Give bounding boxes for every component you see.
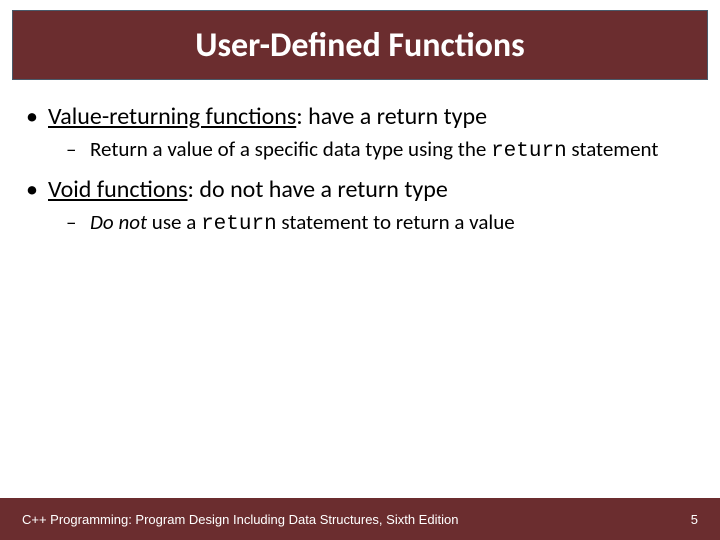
sub-bullet-do-not-return: Do not use a return statement to return … — [20, 209, 700, 238]
code-return: return — [201, 213, 277, 236]
page-number: 5 — [691, 512, 698, 527]
bullet-value-returning: Value-returning functions: have a return… — [20, 102, 700, 132]
term: Void functions — [48, 175, 188, 204]
bullet-text: : do not have a return type — [188, 175, 448, 204]
slide-title: User-Defined Functions — [195, 25, 524, 66]
slide: User-Defined Functions Value-returning f… — [0, 0, 720, 540]
sub-text-pre: Return a value of a specific data type u… — [90, 136, 491, 162]
content-area: Value-returning functions: have a return… — [20, 96, 700, 249]
sub-bullet-return-value: Return a value of a specific data type u… — [20, 136, 700, 165]
footer-bar: C++ Programming: Program Design Includin… — [0, 498, 720, 540]
code-return: return — [491, 140, 567, 163]
title-bar: User-Defined Functions — [12, 10, 708, 80]
footer-text: C++ Programming: Program Design Includin… — [22, 512, 458, 527]
sub-text-post: statement to return a value — [277, 209, 515, 235]
sub-text-mid: use a — [147, 209, 201, 235]
sub-text-post: statement — [567, 136, 659, 162]
term: Value-returning functions — [48, 102, 296, 131]
emphasis-do-not: Do not — [90, 209, 147, 235]
bullet-text: : have a return type — [296, 102, 487, 131]
bullet-void-functions: Void functions: do not have a return typ… — [20, 175, 700, 205]
